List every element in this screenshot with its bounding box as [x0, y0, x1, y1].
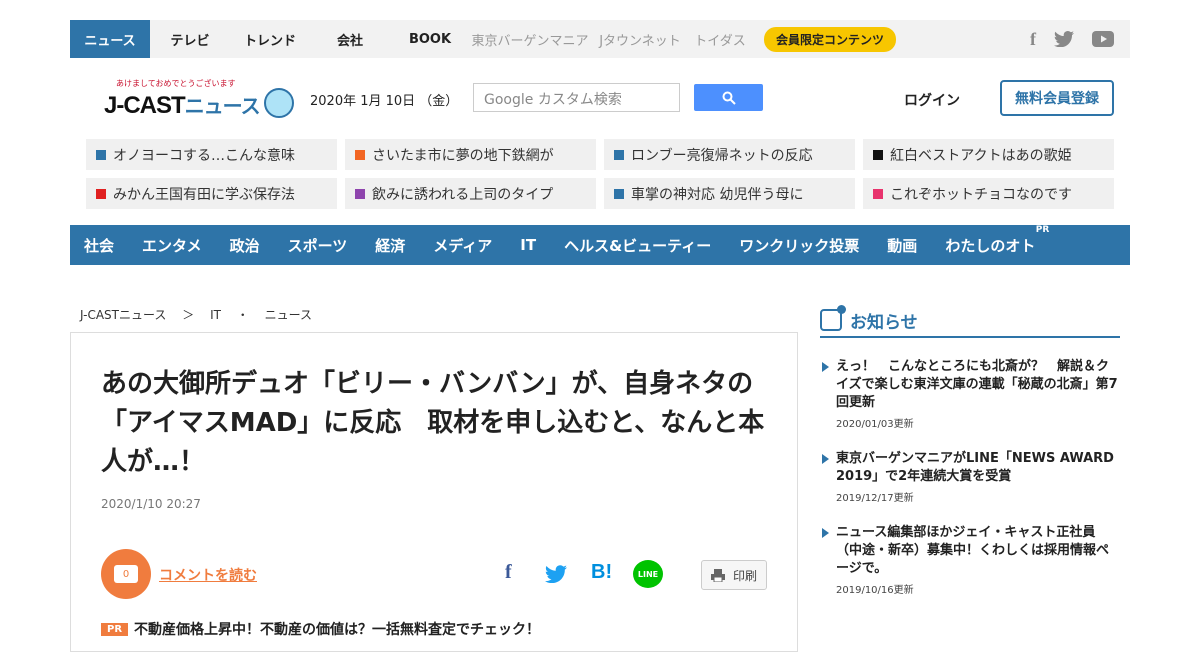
site-logo[interactable]: あけましておめでとうございます J-CASTニュース	[88, 78, 294, 122]
topnav-bargain[interactable]: 東京バーゲンマニア	[470, 20, 590, 58]
topnav-company[interactable]: 会社	[310, 20, 390, 58]
cat-sports[interactable]: スポーツ	[288, 235, 348, 256]
signup-button[interactable]: 無料会員登録	[1000, 80, 1114, 116]
cat-entertainment[interactable]: エンタメ	[142, 235, 202, 256]
cat-it[interactable]: IT	[520, 236, 536, 254]
pickup-marker	[873, 149, 883, 160]
notice-heading: お知らせ	[820, 305, 1120, 338]
pickup-marker	[355, 149, 365, 160]
pr-badge: PR	[101, 622, 129, 636]
notice-item[interactable]: ニュース編集部ほかジェイ・キャスト正社員（中途・新卒）募集中！くわしくは採用情報…	[820, 524, 1120, 596]
bear-mascot-icon	[264, 88, 294, 118]
search-icon	[722, 91, 736, 105]
breadcrumb: J-CASTニュース ＞ IT ・ ニュース	[80, 306, 324, 323]
article-date: 2020/1/10 20:27	[101, 497, 201, 511]
twitter-share-icon[interactable]	[545, 565, 567, 583]
facebook-icon[interactable]: f	[1030, 29, 1036, 50]
topnav-news[interactable]: ニュース	[70, 20, 150, 58]
pickup-marker	[614, 149, 624, 160]
triangle-bullet-icon	[822, 528, 829, 538]
breadcrumb-it[interactable]: IT	[210, 308, 221, 322]
topnav-toidas[interactable]: トイダス	[690, 20, 750, 58]
login-link[interactable]: ログイン	[904, 90, 960, 110]
pickup-marker	[96, 188, 106, 199]
pickup-marker	[355, 188, 365, 199]
pr-label: PR	[1035, 224, 1050, 235]
cat-video[interactable]: 動画	[887, 235, 917, 256]
triangle-bullet-icon	[822, 362, 829, 372]
top-nav: ニュース テレビ トレンド 会社 BOOK 東京バーゲンマニア Jタウンネット …	[70, 20, 1130, 58]
search-input[interactable]: Google カスタム検索	[473, 83, 680, 112]
social-links: f	[1030, 29, 1130, 50]
cat-economy[interactable]: 経済	[375, 235, 405, 256]
print-button[interactable]: 印刷	[701, 560, 767, 590]
line-share-icon[interactable]: LINE	[633, 560, 663, 588]
cat-society[interactable]: 社会	[84, 235, 114, 256]
pickup-item[interactable]: ロンブー亮復帰ネットの反応	[604, 139, 855, 170]
member-content-button[interactable]: 会員限定コンテンツ	[764, 26, 897, 52]
breadcrumb-home[interactable]: J-CASTニュース	[80, 308, 166, 322]
pickup-marker	[96, 149, 106, 160]
read-comments-link[interactable]: コメントを読む	[159, 565, 257, 585]
pickup-item[interactable]: 車掌の神対応 幼児伴う母に	[604, 178, 855, 209]
notice-item[interactable]: えっ！ こんなところにも北斎が？ 解説＆クイズで楽しむ東洋文庫の連載「秘蔵の北斎…	[820, 358, 1120, 430]
topnav-jtown[interactable]: Jタウンネット	[590, 20, 690, 58]
pickup-item[interactable]: これぞホットチョコなのです	[863, 178, 1114, 209]
logo-greeting: あけましておめでとうございます	[116, 79, 236, 88]
pr-ad-link[interactable]: PR 不動産価格上昇中！不動産の価値は？一括無料査定でチェック！	[101, 619, 540, 639]
category-nav: 社会 エンタメ 政治 スポーツ 経済 メディア IT ヘルス&ビューティー ワン…	[70, 225, 1130, 265]
topnav-trend[interactable]: トレンド	[230, 20, 310, 58]
article-card: あの大御所デュオ「ビリー・バンバン」が、自身ネタの「アイマスMAD」に反応 取材…	[70, 332, 798, 652]
site-header: あけましておめでとうございます J-CASTニュース 2020年 1月 10日 …	[70, 70, 1130, 130]
cat-media[interactable]: メディア	[433, 235, 492, 256]
breadcrumb-sep: ＞	[182, 308, 195, 322]
notice-sidebar: お知らせ えっ！ こんなところにも北斎が？ 解説＆クイズで楽しむ東洋文庫の連載「…	[820, 305, 1120, 596]
article-title: あの大御所デュオ「ビリー・バンバン」が、自身ネタの「アイマスMAD」に反応 取材…	[101, 369, 765, 477]
logo-text: J-CASTニュース	[104, 92, 261, 119]
notice-icon	[820, 305, 846, 331]
facebook-share-icon[interactable]: f	[505, 561, 512, 584]
cat-watashino-oto[interactable]: わたしのオト PR	[945, 225, 1049, 256]
cat-one-click-vote[interactable]: ワンクリック投票	[739, 235, 859, 256]
pickup-item[interactable]: オノヨーコする…こんな意味	[86, 139, 337, 170]
pickup-item[interactable]: 紅白ベストアクトはあの歌姫	[863, 139, 1114, 170]
youtube-icon[interactable]	[1092, 31, 1114, 47]
pickup-marker	[873, 188, 883, 199]
cat-health-beauty[interactable]: ヘルス&ビューティー	[564, 235, 711, 256]
pickup-item[interactable]: みかん王国有田に学ぶ保存法	[86, 178, 337, 209]
pickup-item[interactable]: さいたま市に夢の地下鉄網が	[345, 139, 596, 170]
breadcrumb-sep: ・	[236, 308, 249, 322]
hatena-bookmark-icon[interactable]: B!	[591, 561, 612, 584]
notice-item[interactable]: 東京バーゲンマニアがLINE「NEWS AWARD 2019」で2年連続大賞を受…	[820, 450, 1120, 504]
pickup-item[interactable]: 飲みに誘われる上司のタイプ	[345, 178, 596, 209]
topnav-tv[interactable]: テレビ	[150, 20, 230, 58]
twitter-icon[interactable]	[1054, 31, 1074, 47]
pickup-marker	[614, 188, 624, 199]
pickup-links: オノヨーコする…こんな意味 さいたま市に夢の地下鉄網が ロンブー亮復帰ネットの反…	[70, 139, 1130, 211]
cat-politics[interactable]: 政治	[230, 235, 260, 256]
print-icon	[710, 569, 725, 582]
comment-icon[interactable]: 0	[101, 549, 151, 599]
comment-count: 0	[114, 565, 138, 583]
topnav-book[interactable]: BOOK	[390, 20, 470, 58]
breadcrumb-news[interactable]: ニュース	[265, 308, 312, 322]
triangle-bullet-icon	[822, 454, 829, 464]
search-button[interactable]	[694, 84, 763, 111]
current-date: 2020年 1月 10日 （金）	[310, 94, 459, 109]
